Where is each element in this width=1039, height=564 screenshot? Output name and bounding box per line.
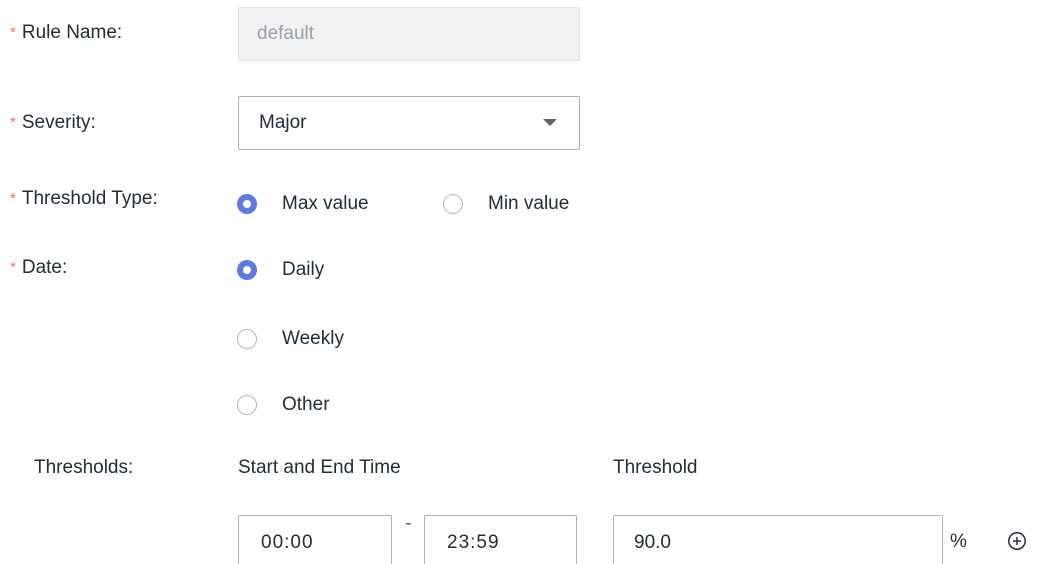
severity-select[interactable]: Major (238, 96, 580, 150)
severity-label: * Severity: (10, 112, 96, 133)
start-time-input[interactable]: 00:00 (238, 515, 392, 564)
radio-daily[interactable]: Daily (237, 259, 324, 281)
threshold-header: Threshold (613, 457, 698, 478)
required-mark: * (10, 24, 16, 41)
rule-name-label: * Rule Name: (10, 22, 123, 43)
radio-max-value[interactable]: Max value (237, 193, 369, 215)
plus-circle-icon[interactable] (1007, 531, 1027, 551)
time-range-separator: - (405, 513, 412, 534)
start-end-time-header: Start and End Time (238, 457, 401, 478)
radio-checked-icon (237, 194, 257, 214)
alarm-rule-form: * Rule Name: default * Severity: Major * Th… (0, 0, 1039, 564)
required-mark: * (10, 259, 16, 276)
threshold-type-label: * Threshold Type: (10, 188, 158, 209)
required-mark: * (10, 190, 16, 207)
date-label: * Date: (10, 257, 68, 278)
severity-selected-value: Major (259, 112, 307, 133)
rule-name-input: default (238, 7, 580, 61)
threshold-value-input[interactable]: 90.0 (613, 515, 943, 564)
radio-unchecked-icon (237, 395, 257, 415)
chevron-down-icon (543, 119, 557, 126)
radio-other[interactable]: Other (237, 394, 330, 416)
radio-unchecked-icon (237, 329, 257, 349)
radio-unchecked-icon (443, 194, 463, 214)
thresholds-label: Thresholds: (34, 457, 134, 478)
required-mark: * (10, 114, 16, 131)
end-time-input[interactable]: 23:59 (424, 515, 577, 564)
radio-weekly[interactable]: Weekly (237, 328, 344, 350)
radio-checked-icon (237, 260, 257, 280)
radio-min-value[interactable]: Min value (443, 193, 569, 215)
percent-unit: % (950, 531, 967, 552)
